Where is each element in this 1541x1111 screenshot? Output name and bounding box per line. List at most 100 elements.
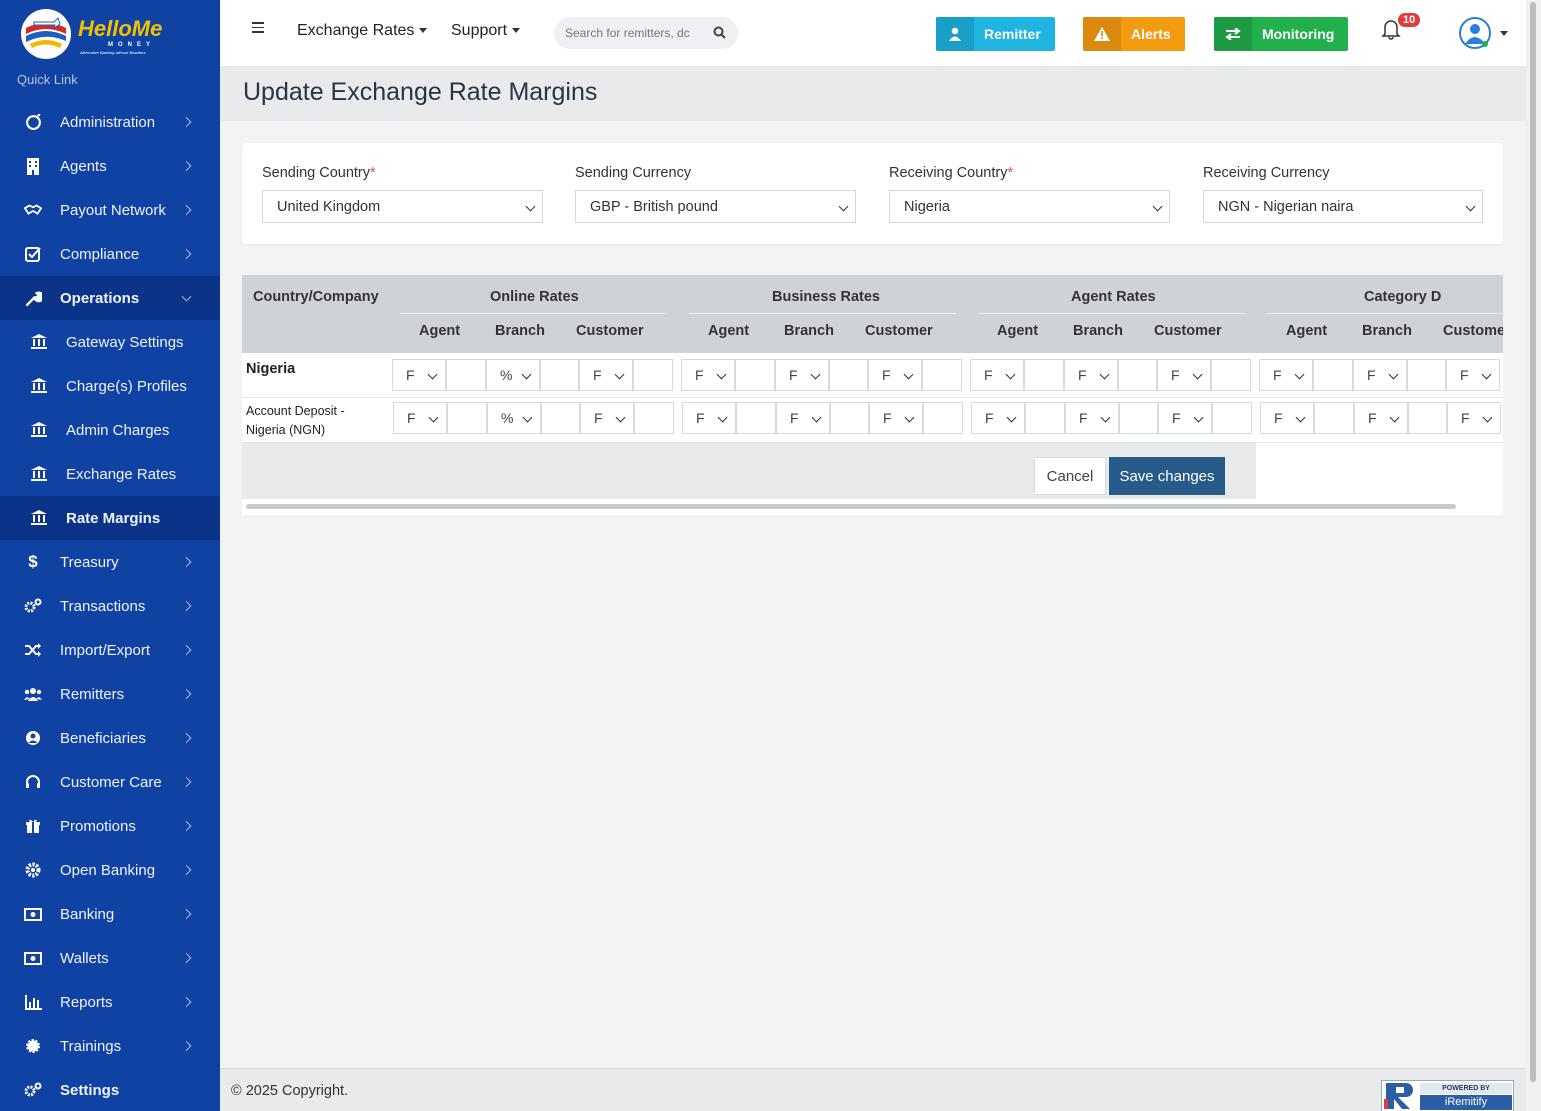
powered-by-badge[interactable]: POWERED BY iRemitify xyxy=(1381,1080,1514,1111)
sending-country-select[interactable]: United Kingdom xyxy=(262,190,543,223)
support-menu[interactable]: Support xyxy=(451,22,521,40)
sidebar-item-compliance[interactable]: Compliance xyxy=(0,232,220,276)
margin-input[interactable] xyxy=(447,402,487,434)
receiving-country-value: Nigeria xyxy=(904,198,950,215)
search-input[interactable] xyxy=(565,26,695,40)
margin-input[interactable] xyxy=(1314,402,1354,434)
sidebar-subitem-gateway-settings[interactable]: Gateway Settings xyxy=(0,320,220,364)
margin-input[interactable] xyxy=(633,359,673,391)
sidebar-item-operations[interactable]: Operations xyxy=(0,276,220,320)
sidebar-item-banking[interactable]: Banking xyxy=(0,892,220,936)
type-select[interactable]: F xyxy=(1353,359,1407,391)
type-select[interactable]: F xyxy=(1065,402,1119,434)
type-select[interactable]: F xyxy=(1158,402,1212,434)
remitter-button[interactable]: Remitter xyxy=(936,17,1055,51)
sidebar-item-open-banking[interactable]: Open Banking xyxy=(0,848,220,892)
sidebar-item-settings[interactable]: Settings xyxy=(0,1068,220,1111)
margin-input[interactable] xyxy=(1211,359,1251,391)
margin-input[interactable] xyxy=(922,359,962,391)
sidebar-item-treasury[interactable]: $ Treasury xyxy=(0,540,220,584)
vertical-scrollbar-thumb[interactable] xyxy=(1530,2,1536,1082)
monitoring-button[interactable]: Monitoring xyxy=(1214,17,1349,51)
sidebar-subitem-admin-charges[interactable]: Admin Charges xyxy=(0,408,220,452)
subcol-agent: Agent xyxy=(997,323,1039,339)
hellome-logo[interactable]: HelloMe MONEY Alternative Banking withou… xyxy=(20,8,165,60)
sidebar-subitem-exchange-rates[interactable]: Exchange Rates xyxy=(0,452,220,496)
sidebar-subitem-rate-margins[interactable]: Rate Margins xyxy=(0,496,220,540)
sidebar-item-administration[interactable]: Administration xyxy=(0,100,220,144)
margin-input[interactable] xyxy=(1408,402,1447,434)
save-changes-button[interactable]: Save changes xyxy=(1109,457,1225,495)
sidebar-item-remitters[interactable]: Remitters xyxy=(0,672,220,716)
margin-input[interactable] xyxy=(923,402,963,434)
sending-currency-select[interactable]: GBP - British pound xyxy=(575,190,856,223)
alerts-button[interactable]: Alerts xyxy=(1083,17,1185,51)
margin-input[interactable] xyxy=(829,359,868,391)
type-select[interactable]: F xyxy=(681,359,735,391)
margin-input[interactable] xyxy=(830,402,869,434)
sidebar-item-promotions[interactable]: Promotions xyxy=(0,804,220,848)
type-select[interactable]: F xyxy=(868,359,922,391)
sidebar-item-transactions[interactable]: Transactions xyxy=(0,584,220,628)
type-select[interactable]: F xyxy=(580,402,634,434)
sidebar-item-agents[interactable]: Agents xyxy=(0,144,220,188)
row-label-country: Nigeria xyxy=(246,361,296,377)
type-select[interactable]: F xyxy=(392,359,446,391)
type-select[interactable]: F xyxy=(1354,402,1408,434)
type-select[interactable]: F xyxy=(869,402,923,434)
margin-input[interactable] xyxy=(540,359,579,391)
type-select[interactable]: F xyxy=(776,402,830,434)
user-avatar-menu[interactable] xyxy=(1458,16,1508,50)
sidebar-item-wallets[interactable]: Wallets xyxy=(0,936,220,980)
type-select[interactable]: F xyxy=(579,359,633,391)
hamburger-menu-icon[interactable] xyxy=(252,22,264,33)
type-select[interactable]: F xyxy=(775,359,829,391)
margin-input[interactable] xyxy=(1118,359,1157,391)
exchange-rates-menu[interactable]: Exchange Rates xyxy=(297,22,428,40)
margin-input[interactable] xyxy=(735,359,775,391)
group-online-rates: Online Rates xyxy=(490,289,579,305)
type-select[interactable]: F xyxy=(1260,402,1314,434)
chevron-down-icon xyxy=(525,201,536,212)
type-select[interactable]: F xyxy=(1259,359,1313,391)
type-select[interactable]: F xyxy=(1446,359,1500,391)
powered-by-label: POWERED BY xyxy=(1420,1083,1512,1094)
receiving-country-select[interactable]: Nigeria xyxy=(889,190,1170,223)
bank-icon xyxy=(30,509,48,527)
sidebar-item-beneficiaries[interactable]: Beneficiaries xyxy=(0,716,220,760)
sidebar-item-reports[interactable]: Reports xyxy=(0,980,220,1024)
margin-input[interactable] xyxy=(1024,359,1064,391)
margin-input[interactable] xyxy=(1119,402,1158,434)
margin-input[interactable] xyxy=(541,402,580,434)
chevron-down-icon xyxy=(522,412,533,423)
sidebar-item-import-export[interactable]: Import/Export xyxy=(0,628,220,672)
margin-input[interactable] xyxy=(634,402,674,434)
subcol-customer: Customer xyxy=(865,323,933,339)
type-select[interactable]: F xyxy=(1064,359,1118,391)
horizontal-scrollbar[interactable] xyxy=(246,504,1456,509)
margin-input[interactable] xyxy=(1313,359,1353,391)
margin-input[interactable] xyxy=(736,402,776,434)
margin-input[interactable] xyxy=(1025,402,1065,434)
type-select[interactable]: F xyxy=(971,402,1025,434)
type-select[interactable]: F xyxy=(682,402,736,434)
sidebar-item-customer-care[interactable]: Customer Care xyxy=(0,760,220,804)
receiving-currency-select[interactable]: NGN - Nigerian naira xyxy=(1203,190,1483,223)
type-select[interactable]: % xyxy=(486,359,540,391)
type-select[interactable]: F xyxy=(970,359,1024,391)
type-select[interactable]: F xyxy=(393,402,447,434)
margin-input[interactable] xyxy=(446,359,486,391)
sidebar-item-payout-network[interactable]: Payout Network xyxy=(0,188,220,232)
sidebar-subitem-charge-profiles[interactable]: Charge(s) Profiles xyxy=(0,364,220,408)
type-select[interactable]: F xyxy=(1447,402,1501,434)
type-select[interactable]: F xyxy=(1157,359,1211,391)
svg-text:Alternative Banking without Bo: Alternative Banking without Boarders xyxy=(79,50,146,55)
vertical-scrollbar[interactable] xyxy=(1526,0,1541,1111)
cancel-button[interactable]: Cancel xyxy=(1034,457,1106,495)
type-select[interactable]: % xyxy=(487,402,541,434)
search-icon[interactable] xyxy=(713,26,726,44)
sidebar-item-trainings[interactable]: Trainings xyxy=(0,1024,220,1068)
margin-input[interactable] xyxy=(1407,359,1446,391)
margin-input[interactable] xyxy=(1212,402,1252,434)
subcol-agent: Agent xyxy=(419,323,461,339)
